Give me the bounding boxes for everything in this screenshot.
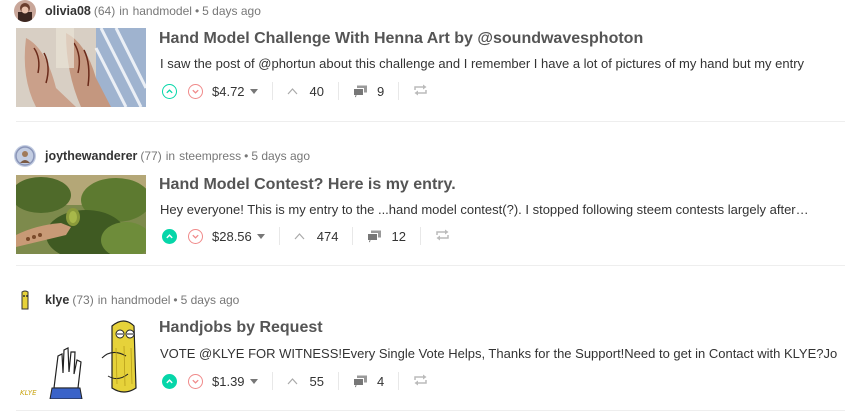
- reblog-icon: [414, 374, 427, 385]
- comments-value: 12: [391, 228, 406, 244]
- caret-down-icon: [256, 233, 265, 239]
- post-actions: $4.72 40 9: [162, 80, 428, 102]
- post-title[interactable]: Handjobs by Request: [159, 319, 323, 337]
- in-label: in: [97, 293, 108, 307]
- chevron-up-circle-icon: [166, 378, 173, 383]
- payout-value: $1.39: [212, 373, 245, 389]
- voters-count[interactable]: 474: [294, 228, 339, 244]
- voters-count[interactable]: 40: [287, 84, 324, 99]
- post-thumbnail[interactable]: [16, 28, 146, 107]
- post-header: joythewanderer (77) in steempress • 5 da…: [14, 145, 310, 167]
- votes-value: 474: [316, 228, 339, 244]
- post-header: olivia08 (64) in handmodel • 5 days ago: [14, 0, 261, 22]
- reblog-button[interactable]: [413, 84, 428, 99]
- caret-down-icon: [249, 88, 258, 94]
- comments-value: 4: [377, 373, 385, 389]
- chevron-up-icon: [287, 378, 297, 385]
- post-thumbnail[interactable]: [16, 175, 146, 254]
- divider: [352, 227, 354, 245]
- payout-value: $4.72: [212, 83, 245, 99]
- downvote-button[interactable]: [188, 373, 203, 389]
- comments-count[interactable]: 12: [367, 228, 406, 244]
- votes-value: 40: [309, 83, 325, 99]
- chevron-down-circle-icon: [192, 379, 199, 384]
- caret-down-icon: [249, 378, 258, 384]
- comments-count[interactable]: 4: [353, 374, 384, 389]
- divider: [419, 227, 421, 245]
- post-excerpt[interactable]: I saw the post of @phortun about this ch…: [160, 56, 845, 71]
- author-reputation: (73): [72, 293, 94, 307]
- divider: [271, 82, 273, 100]
- post-divider: [16, 265, 845, 266]
- post-actions: $1.39 55 4: [162, 370, 428, 392]
- post-time[interactable]: 5 days ago: [181, 293, 240, 307]
- separator: •: [194, 4, 200, 18]
- post-divider: [16, 410, 845, 411]
- post-title[interactable]: Hand Model Challenge With Henna Art by @…: [159, 30, 643, 48]
- author-avatar[interactable]: [14, 145, 36, 167]
- divider: [398, 82, 400, 100]
- divider: [338, 372, 340, 390]
- payout-value: $28.56: [212, 228, 252, 244]
- divider: [338, 82, 340, 100]
- post-title[interactable]: Hand Model Contest? Here is my entry.: [159, 176, 456, 194]
- downvote-button[interactable]: [188, 83, 203, 99]
- separator: •: [173, 293, 178, 307]
- comments-count[interactable]: 9: [353, 84, 384, 99]
- chevron-up-circle-icon: [166, 88, 173, 93]
- reblog-icon: [414, 84, 427, 95]
- reblog-button[interactable]: [413, 374, 428, 389]
- in-label: in: [165, 149, 176, 163]
- post-thumbnail[interactable]: KLYE: [16, 318, 146, 399]
- divider: [398, 372, 400, 390]
- post-divider: [16, 121, 845, 122]
- category-link[interactable]: steempress: [179, 149, 241, 163]
- author-reputation: (77): [140, 149, 162, 163]
- comments-icon: [353, 85, 368, 97]
- author-avatar[interactable]: [14, 0, 36, 22]
- klye-signature: KLYE: [20, 389, 37, 397]
- post-item: klye (73) in handmodel • 5 days ago KLYE…: [0, 289, 845, 417]
- separator: •: [244, 149, 249, 163]
- author-name[interactable]: olivia08: [45, 4, 91, 18]
- chevron-down-circle-icon: [192, 89, 199, 94]
- post-header: klye (73) in handmodel • 5 days ago: [14, 289, 239, 311]
- comments-icon: [353, 375, 368, 387]
- upvote-button[interactable]: [162, 373, 177, 389]
- post-actions: $28.56 474 12: [162, 225, 450, 247]
- downvote-button[interactable]: [188, 228, 203, 244]
- voters-count[interactable]: 55: [287, 374, 324, 389]
- post-item: olivia08 (64) in handmodel • 5 days ago: [0, 0, 845, 120]
- author-name[interactable]: joythewanderer: [45, 149, 137, 163]
- comments-value: 9: [377, 83, 385, 99]
- post-time[interactable]: 5 days ago: [202, 4, 261, 18]
- category-link[interactable]: handmodel: [133, 4, 192, 18]
- author-avatar[interactable]: [14, 289, 36, 311]
- reblog-icon: [436, 229, 449, 240]
- comments-icon: [367, 230, 382, 242]
- payout-dropdown[interactable]: $1.39: [212, 374, 258, 389]
- post-time[interactable]: 5 days ago: [251, 149, 310, 163]
- author-name[interactable]: klye: [45, 293, 69, 307]
- chevron-up-circle-icon: [166, 233, 173, 238]
- payout-dropdown[interactable]: $4.72: [212, 84, 258, 99]
- upvote-button[interactable]: [162, 83, 177, 99]
- author-reputation: (64): [93, 4, 116, 18]
- post-item: joythewanderer (77) in steempress • 5 da…: [0, 145, 845, 265]
- reblog-button[interactable]: [435, 229, 450, 244]
- chevron-up-icon: [287, 88, 297, 95]
- category-link[interactable]: handmodel: [111, 293, 170, 307]
- chevron-down-circle-icon: [192, 234, 199, 239]
- divider: [278, 227, 280, 245]
- divider: [271, 372, 273, 390]
- post-excerpt[interactable]: VOTE @KLYE FOR WITNESS!Every Single Vote…: [160, 346, 845, 361]
- votes-value: 55: [309, 373, 325, 389]
- in-label: in: [119, 4, 129, 18]
- payout-dropdown[interactable]: $28.56: [212, 229, 265, 244]
- chevron-up-icon: [294, 233, 305, 240]
- post-excerpt[interactable]: Hey everyone! This is my entry to the ..…: [160, 202, 845, 217]
- upvote-button[interactable]: [162, 228, 177, 244]
